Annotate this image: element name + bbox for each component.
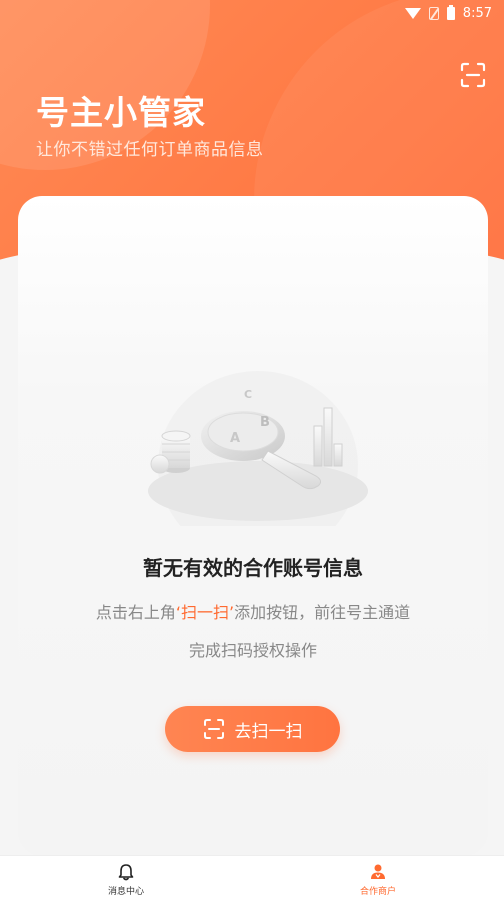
empty-state-desc-line1: 点击右上角‘扫一扫’添加按钮，前往号主通道 — [18, 599, 488, 623]
status-bar: 8:57 — [0, 0, 504, 26]
merchant-icon — [371, 864, 385, 879]
empty-state-card: A B C 暂无有效的合作账号信息 点击右上角‘扫一扫’添加按钮，前往号主通道 … — [18, 196, 488, 856]
bottom-tabbar: 消息中心 合作商户 — [0, 855, 504, 903]
empty-state-title: 暂无有效的合作账号信息 — [143, 556, 363, 580]
coin-stack-icon — [150, 430, 191, 474]
desc-prefix: 点击右上角 — [95, 603, 176, 622]
svg-text:B: B — [260, 415, 270, 430]
empty-state-desc-line2: 完成扫码授权操作 — [188, 641, 317, 660]
tab-message-center[interactable]: 消息中心 — [0, 856, 252, 903]
desc-suffix: 添加按钮，前往号主通道 — [234, 603, 411, 622]
desc-highlight: ‘扫一扫’ — [175, 603, 235, 622]
tab-label: 合作商户 — [359, 886, 396, 897]
svg-text:A: A — [230, 431, 240, 446]
app-subtitle: 让你不错过任何订单商品信息 — [36, 140, 264, 160]
go-scan-label: 去扫一扫 — [234, 721, 303, 742]
empty-illustration: A B C — [138, 356, 378, 561]
go-scan-button[interactable]: 去扫一扫 — [165, 706, 340, 752]
svg-text:C: C — [244, 388, 252, 401]
no-sim-icon — [428, 6, 439, 20]
scan-icon — [203, 719, 224, 739]
bell-icon — [118, 863, 134, 880]
wifi-icon — [404, 7, 421, 19]
scan-icon[interactable] — [460, 62, 486, 88]
status-time: 8:57 — [462, 5, 492, 21]
tab-merchants[interactable]: 合作商户 — [252, 856, 504, 903]
tab-label: 消息中心 — [107, 886, 144, 897]
app-title: 号主小管家 — [36, 93, 206, 132]
battery-icon — [446, 4, 455, 20]
